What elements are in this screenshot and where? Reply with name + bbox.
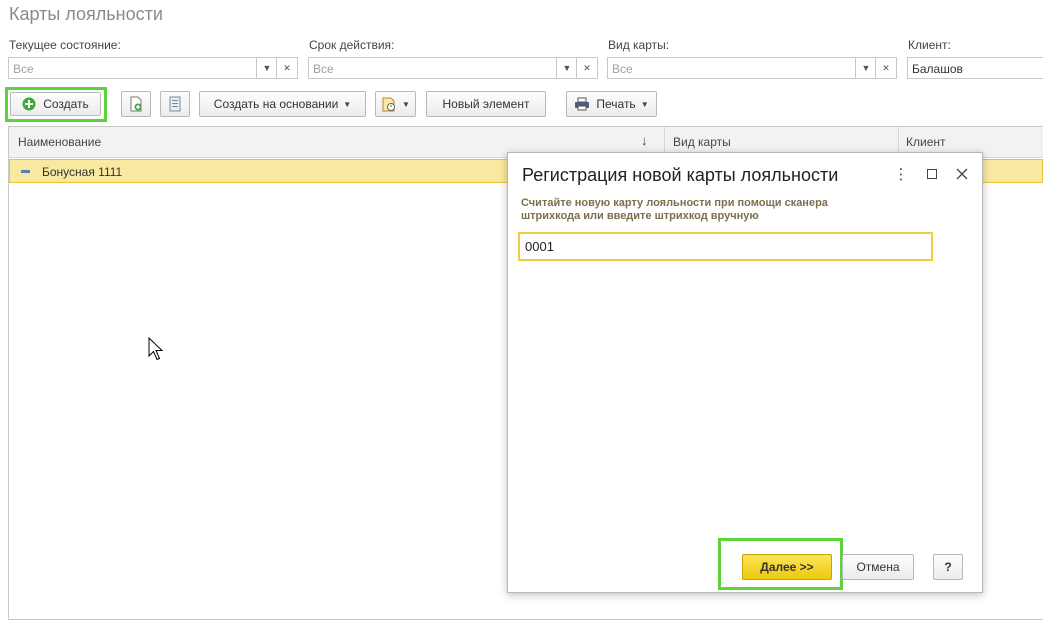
barcode-input[interactable] bbox=[518, 232, 933, 261]
chevron-down-icon[interactable]: ▼ bbox=[256, 58, 277, 78]
filter-state-value: Все bbox=[13, 62, 34, 76]
filter-period-label: Срок действия: bbox=[309, 38, 395, 52]
sort-arrow-icon: ↓ bbox=[641, 133, 648, 148]
list-icon bbox=[169, 96, 181, 112]
row-name: Бонусная 1111 bbox=[42, 165, 123, 179]
create-label: Создать bbox=[43, 97, 89, 111]
create-based-on-button[interactable]: Создать на основании ▼ bbox=[199, 91, 366, 117]
column-header-name[interactable]: Наименование bbox=[18, 135, 101, 149]
chevron-down-icon: ▼ bbox=[343, 99, 352, 109]
chevron-down-icon[interactable]: ▼ bbox=[855, 58, 876, 78]
filter-card-type-value: Все bbox=[612, 62, 633, 76]
plus-circle-icon bbox=[22, 97, 36, 111]
chevron-down-icon: ▼ bbox=[402, 99, 410, 109]
copy-button[interactable] bbox=[121, 91, 151, 117]
dialog-hint: Считайте новую карту лояльности при помо… bbox=[521, 197, 828, 222]
filter-period-field[interactable]: Все ▼ ✕ bbox=[308, 57, 598, 79]
barcode-input-field[interactable] bbox=[520, 234, 931, 259]
clear-icon[interactable]: ✕ bbox=[276, 58, 297, 78]
register-card-dialog: Регистрация новой карты лояльности ⋮ Счи… bbox=[507, 152, 983, 593]
new-element-label: Новый элемент bbox=[442, 97, 530, 111]
cancel-label: Отмена bbox=[856, 560, 900, 574]
filter-state-field[interactable]: Все ▼ ✕ bbox=[8, 57, 298, 79]
print-button[interactable]: Печать ▼ bbox=[566, 91, 657, 117]
clear-icon[interactable]: ✕ bbox=[875, 58, 896, 78]
filter-state-label: Текущее состояние: bbox=[9, 38, 121, 52]
column-header-card-type[interactable]: Вид карты bbox=[673, 135, 731, 149]
cursor-icon bbox=[148, 337, 164, 361]
item-marker-icon bbox=[21, 170, 30, 173]
column-header-client[interactable]: Клиент bbox=[906, 135, 946, 149]
next-button[interactable]: Далее >> bbox=[742, 554, 832, 580]
help-label: ? bbox=[944, 560, 952, 574]
page-title: Карты лояльности bbox=[9, 4, 163, 24]
clear-icon[interactable]: ✕ bbox=[576, 58, 597, 78]
chevron-down-icon[interactable]: ▼ bbox=[556, 58, 577, 78]
close-icon[interactable] bbox=[954, 165, 970, 183]
filter-period-value: Все bbox=[313, 62, 334, 76]
help-button[interactable]: ? bbox=[933, 554, 963, 580]
filter-client-value: Балашов bbox=[912, 62, 963, 76]
filter-client-label: Клиент: bbox=[908, 38, 951, 52]
report-icon bbox=[382, 97, 396, 112]
dialog-title: Регистрация новой карты лояльности bbox=[522, 165, 839, 185]
print-label: Печать bbox=[596, 97, 636, 111]
create-button[interactable]: Создать bbox=[10, 92, 101, 116]
filter-card-type-field[interactable]: Все ▼ ✕ bbox=[607, 57, 897, 79]
cancel-button[interactable]: Отмена bbox=[842, 554, 914, 580]
filter-card-type-label: Вид карты: bbox=[608, 38, 670, 52]
list-button[interactable] bbox=[160, 91, 190, 117]
create-based-on-label: Создать на основании bbox=[213, 97, 339, 111]
document-add-icon bbox=[130, 96, 142, 112]
filter-client-field[interactable]: Балашов bbox=[907, 57, 1043, 79]
chevron-down-icon: ▼ bbox=[640, 99, 649, 109]
next-label: Далее >> bbox=[760, 560, 814, 574]
printer-icon bbox=[575, 97, 590, 111]
new-element-button[interactable]: Новый элемент bbox=[426, 91, 546, 117]
reports-button[interactable]: ▼ bbox=[375, 91, 416, 117]
more-icon[interactable]: ⋮ bbox=[893, 165, 909, 183]
maximize-icon[interactable] bbox=[924, 165, 940, 183]
